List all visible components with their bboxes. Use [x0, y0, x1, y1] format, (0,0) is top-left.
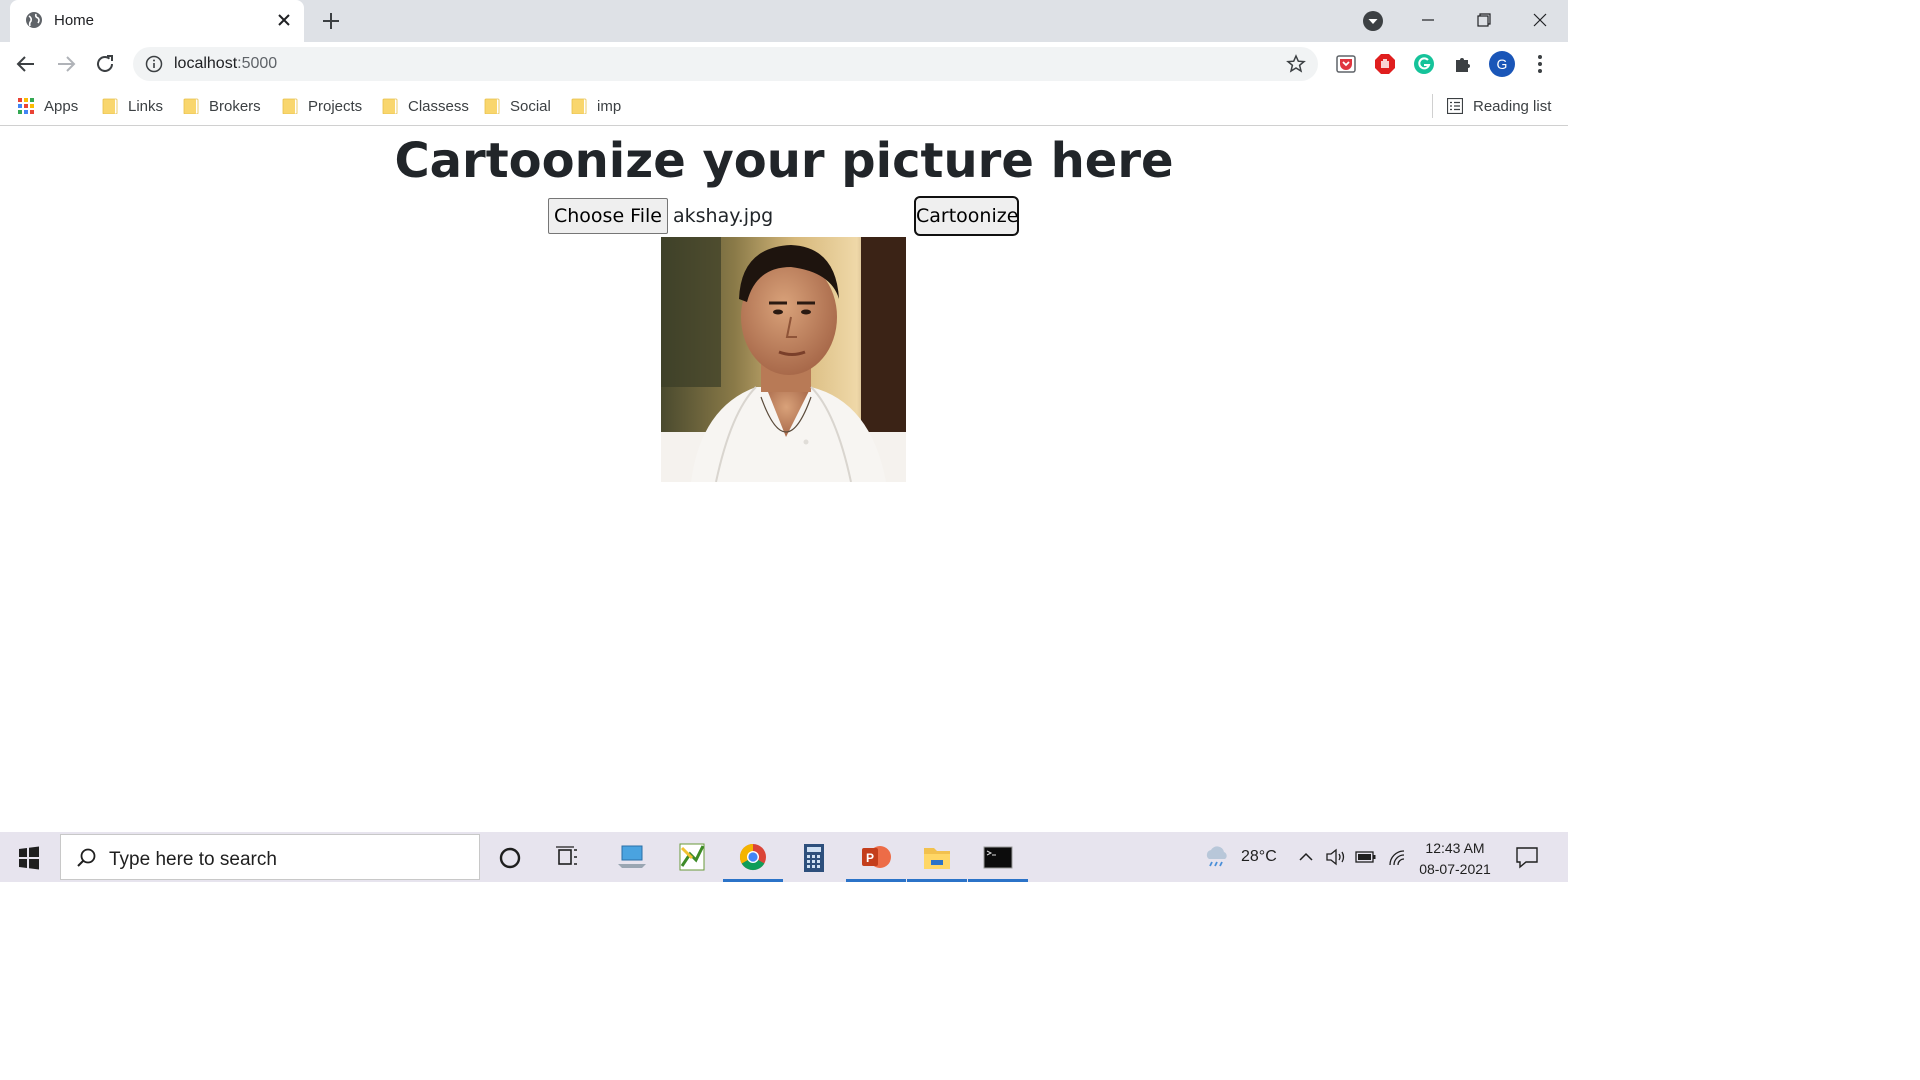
adblock-extension-icon[interactable] [1373, 52, 1397, 76]
bookmark-star-icon[interactable] [1286, 54, 1306, 74]
bookmark-apps[interactable]: Apps [18, 94, 78, 118]
folder-icon [484, 98, 500, 114]
back-icon[interactable] [14, 52, 38, 76]
weather-rain-icon[interactable] [1203, 845, 1231, 869]
minimize-icon[interactable] [1414, 8, 1442, 32]
bookmark-folder-links[interactable]: Links [102, 94, 163, 118]
bookmark-folder-brokers[interactable]: Brokers [183, 94, 261, 118]
profile-avatar[interactable]: G [1489, 51, 1515, 77]
url-port: :5000 [237, 55, 278, 72]
windows-taskbar: Type here to search P 28°C 12:43 AM 08-0… [0, 832, 1568, 882]
tab-search-icon[interactable] [1362, 10, 1384, 32]
taskbar-clock[interactable]: 12:43 AM 08-07-2021 [1410, 838, 1500, 880]
bookmark-folder-projects[interactable]: Projects [282, 94, 362, 118]
laptop-app-icon [618, 845, 646, 868]
reload-icon[interactable] [93, 52, 117, 76]
taskbar-app-file-explorer[interactable] [907, 838, 967, 882]
bookmark-label: Links [128, 97, 164, 115]
page-title: Cartoonize your picture here [394, 133, 1174, 189]
bookmark-folder-imp[interactable]: imp [571, 94, 621, 118]
notification-center-icon[interactable] [1514, 844, 1540, 870]
uploaded-photo [661, 237, 906, 482]
powerpoint-icon: P [862, 846, 891, 868]
clock-date: 08-07-2021 [1419, 861, 1491, 877]
choose-file-button[interactable]: Choose File [548, 198, 668, 234]
tab-strip: Home [0, 0, 1568, 42]
bookmarks-bar: Apps Links Brokers Projects Classess Soc… [0, 86, 1568, 126]
folder-icon [183, 98, 199, 114]
extensions-puzzle-icon[interactable] [1451, 52, 1475, 76]
folder-icon [571, 98, 587, 114]
file-explorer-icon [924, 848, 950, 869]
forward-icon[interactable] [54, 52, 78, 76]
active-app-indicator [968, 879, 1028, 882]
restore-icon[interactable] [1470, 8, 1498, 32]
task-view-icon [556, 846, 577, 865]
bookmark-label: Projects [308, 97, 363, 115]
taskbar-app-powerpoint[interactable]: P [846, 838, 906, 882]
wifi-icon[interactable] [1386, 847, 1408, 867]
battery-icon[interactable] [1355, 849, 1377, 865]
trading-app-icon [679, 843, 705, 871]
calculator-icon [804, 844, 824, 872]
new-tab-icon[interactable] [320, 10, 342, 32]
apps-grid-icon [18, 98, 34, 114]
svg-text:P: P [866, 851, 874, 865]
task-view-button[interactable] [538, 838, 598, 878]
clock-time: 12:43 AM [1425, 840, 1485, 856]
cortana-button[interactable] [480, 838, 540, 878]
taskbar-app-trading[interactable] [662, 838, 722, 878]
folder-icon [382, 98, 398, 114]
taskbar-search[interactable]: Type here to search [60, 834, 480, 880]
taskbar-app-chrome[interactable] [723, 838, 783, 882]
chevron-up-icon[interactable] [1297, 848, 1315, 866]
taskbar-app-calculator[interactable] [784, 838, 844, 878]
search-icon [77, 848, 96, 867]
chrome-icon [739, 843, 766, 871]
site-info-icon[interactable] [145, 55, 163, 73]
close-tab-icon[interactable] [276, 12, 292, 28]
reading-list-label: Reading list [1473, 97, 1552, 115]
pocket-extension-icon[interactable] [1334, 52, 1358, 76]
active-app-indicator [907, 879, 967, 882]
browser-tab-home[interactable]: Home [10, 0, 304, 42]
taskbar-app-laptop[interactable] [602, 838, 662, 878]
volume-icon[interactable] [1325, 847, 1347, 867]
address-bar[interactable]: localhost:5000 [133, 47, 1318, 81]
bookmarks-divider [1432, 94, 1433, 118]
bookmark-label: imp [597, 97, 622, 115]
selected-file-name: akshay.jpg [673, 205, 774, 227]
url-host: localhost [174, 55, 238, 72]
bookmark-label: Classess [408, 97, 469, 115]
folder-icon [282, 98, 298, 114]
folder-icon [102, 98, 118, 114]
reading-list-icon [1447, 98, 1463, 114]
grammarly-extension-icon[interactable] [1412, 52, 1436, 76]
cortana-icon [499, 847, 521, 869]
bookmark-label: Social [510, 97, 551, 115]
windows-start-icon[interactable] [8, 844, 48, 872]
browser-toolbar: localhost:5000 G [0, 42, 1568, 86]
bookmark-label: Brokers [209, 97, 261, 115]
close-window-icon[interactable] [1526, 8, 1554, 32]
bookmark-folder-classess[interactable]: Classess [382, 94, 469, 118]
url-text: localhost:5000 [174, 55, 277, 73]
page-content: Cartoonize your picture here Choose File… [0, 127, 1568, 832]
bookmark-folder-social[interactable]: Social [484, 94, 551, 118]
terminal-icon [983, 846, 1013, 869]
tab-title: Home [54, 12, 95, 29]
weather-temperature[interactable]: 28°C [1241, 848, 1277, 866]
reading-list-button[interactable]: Reading list [1447, 94, 1551, 118]
active-app-indicator [846, 879, 906, 882]
bookmark-label: Apps [44, 97, 79, 115]
globe-icon [26, 12, 42, 28]
active-app-indicator [723, 879, 783, 882]
cartoonize-button[interactable]: Cartoonize [914, 196, 1019, 236]
search-placeholder: Type here to search [109, 849, 277, 870]
taskbar-app-terminal[interactable] [968, 838, 1028, 882]
kebab-menu-icon[interactable] [1532, 52, 1548, 76]
